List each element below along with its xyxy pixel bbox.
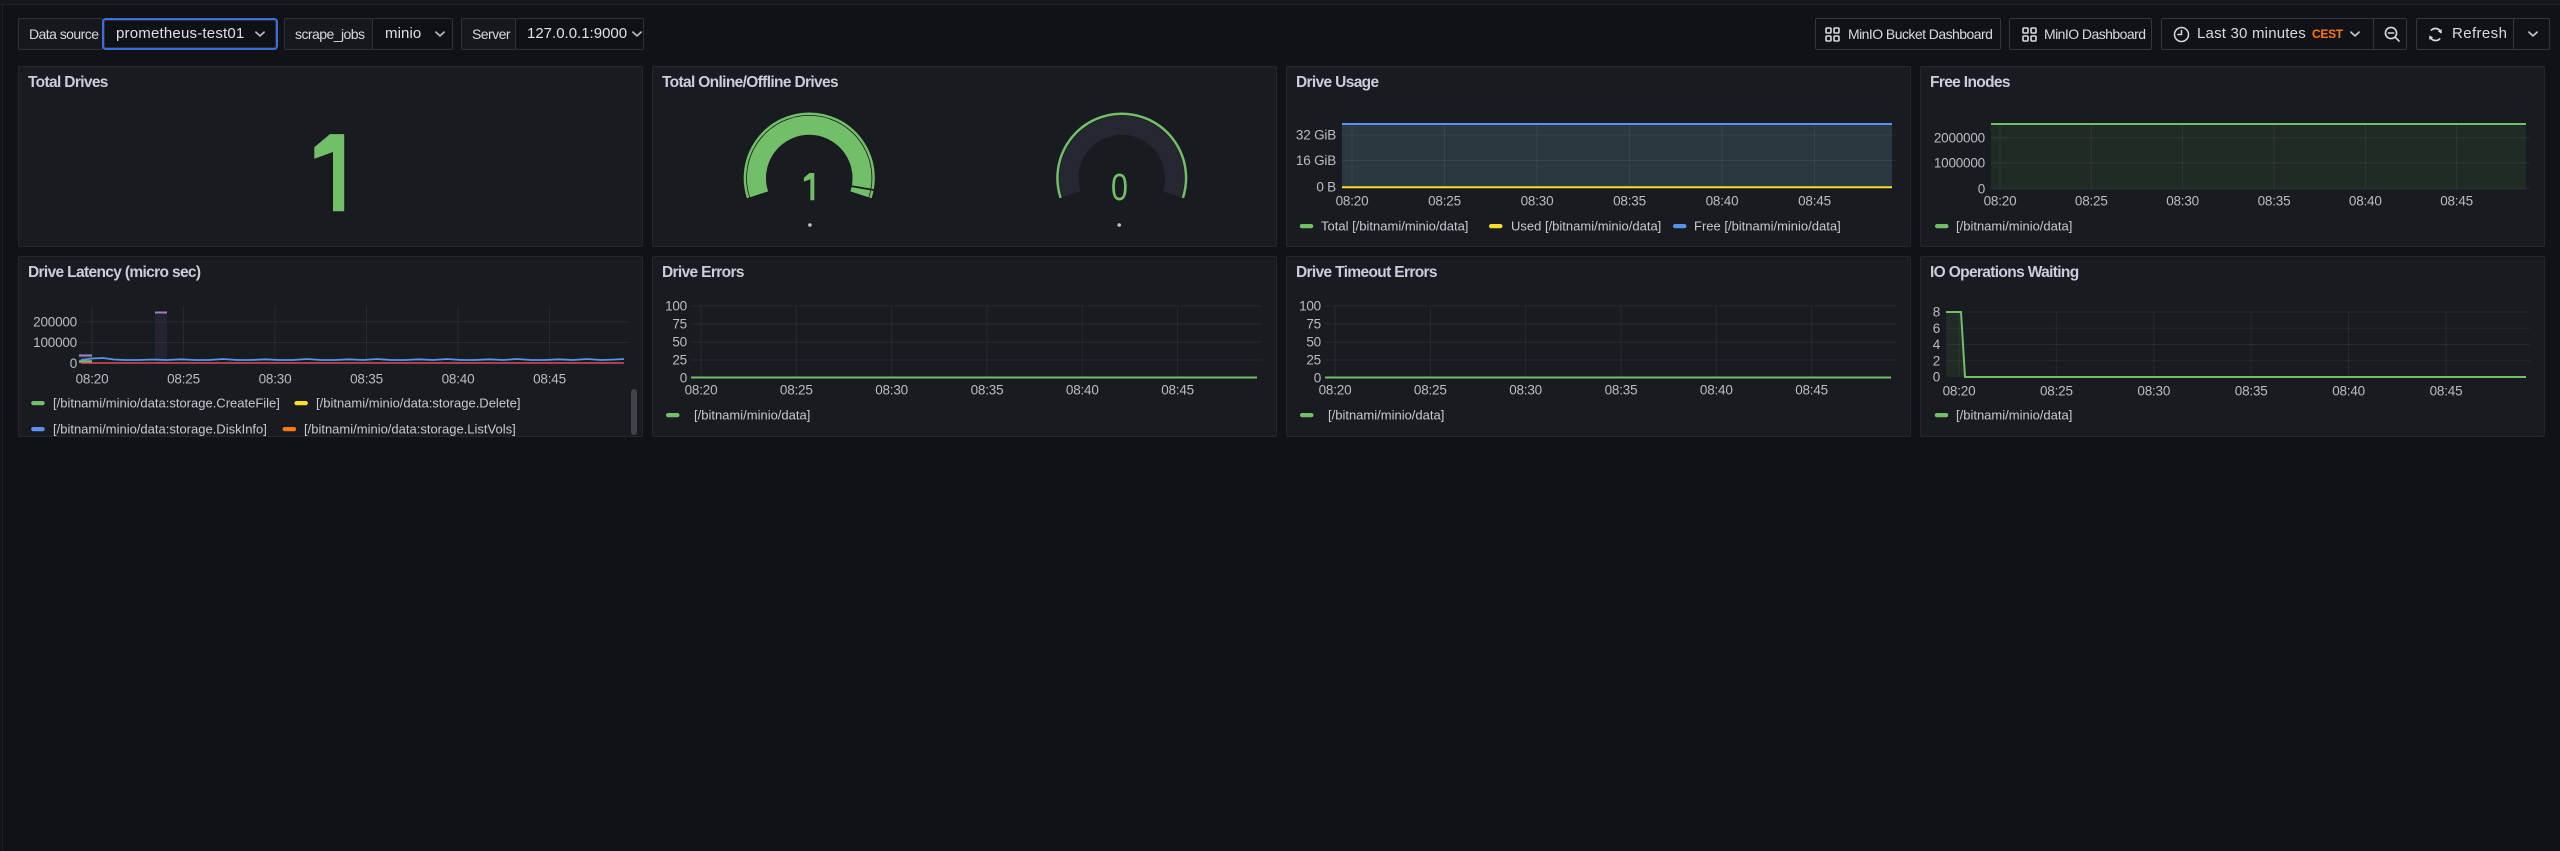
svg-text:08:30: 08:30 xyxy=(2137,384,2170,399)
svg-text:25: 25 xyxy=(1306,353,1321,368)
svg-text:08:45: 08:45 xyxy=(1161,383,1194,398)
svg-text:Used [/bitnami/minio/data]: Used [/bitnami/minio/data] xyxy=(1511,219,1661,234)
svg-text:08:30: 08:30 xyxy=(1509,383,1542,398)
svg-text:[/bitnami/minio/data]: [/bitnami/minio/data] xyxy=(1328,408,1444,423)
svg-text:08:45: 08:45 xyxy=(2430,384,2463,399)
svg-text:08:35: 08:35 xyxy=(2235,384,2268,399)
svg-text:Free [/bitnami/minio/data]: Free [/bitnami/minio/data] xyxy=(1694,219,1841,234)
svg-text:08:20: 08:20 xyxy=(685,383,718,398)
svg-text:08:45: 08:45 xyxy=(533,372,566,387)
svg-text:08:25: 08:25 xyxy=(2040,384,2073,399)
svg-text:75: 75 xyxy=(1306,317,1321,332)
svg-text:08:25: 08:25 xyxy=(1428,194,1461,209)
svg-text:[/bitnami/minio/data:storage.D: [/bitnami/minio/data:storage.Delete] xyxy=(316,396,521,411)
svg-text:08:45: 08:45 xyxy=(1795,383,1828,398)
svg-text:200000: 200000 xyxy=(33,315,77,330)
svg-text:08:20: 08:20 xyxy=(1984,194,2017,209)
svg-text:08:45: 08:45 xyxy=(2440,194,2473,209)
svg-text:08:25: 08:25 xyxy=(1414,383,1447,398)
svg-text:08:20: 08:20 xyxy=(1943,384,1976,399)
svg-text:[/bitnami/minio/data:storage.L: [/bitnami/minio/data:storage.ListVols] xyxy=(304,422,516,437)
svg-text:08:40: 08:40 xyxy=(2349,194,2382,209)
svg-text:[/bitnami/minio/data]: [/bitnami/minio/data] xyxy=(1956,408,2072,423)
svg-text:100: 100 xyxy=(665,299,687,314)
svg-text:16 GiB: 16 GiB xyxy=(1296,153,1336,168)
svg-text:08:30: 08:30 xyxy=(875,383,908,398)
svg-text:50: 50 xyxy=(1306,335,1321,350)
svg-text:[/bitnami/minio/data]: [/bitnami/minio/data] xyxy=(694,408,810,423)
svg-text:0: 0 xyxy=(1933,370,1940,385)
svg-text:32 GiB: 32 GiB xyxy=(1296,128,1336,143)
svg-text:8: 8 xyxy=(1933,305,1940,320)
svg-text:08:35: 08:35 xyxy=(1613,194,1646,209)
svg-text:0 B: 0 B xyxy=(1316,180,1336,195)
svg-text:100: 100 xyxy=(1299,299,1321,314)
svg-text:25: 25 xyxy=(672,353,687,368)
svg-text:08:40: 08:40 xyxy=(1066,383,1099,398)
svg-text:08:20: 08:20 xyxy=(1336,194,1369,209)
svg-text:08:40: 08:40 xyxy=(2332,384,2365,399)
svg-text:08:30: 08:30 xyxy=(2166,194,2199,209)
svg-text:08:25: 08:25 xyxy=(2075,194,2108,209)
svg-text:100000: 100000 xyxy=(33,335,77,350)
svg-text:08:30: 08:30 xyxy=(259,372,292,387)
svg-text:08:35: 08:35 xyxy=(350,372,383,387)
svg-text:08:40: 08:40 xyxy=(442,372,475,387)
svg-text:6: 6 xyxy=(1933,321,1940,336)
svg-text:08:25: 08:25 xyxy=(780,383,813,398)
svg-text:08:25: 08:25 xyxy=(167,372,200,387)
svg-text:1000000: 1000000 xyxy=(1934,156,1985,171)
svg-text:08:35: 08:35 xyxy=(971,383,1004,398)
svg-text:Total [/bitnami/minio/data]: Total [/bitnami/minio/data] xyxy=(1321,219,1468,234)
svg-text:0: 0 xyxy=(70,356,77,371)
svg-text:08:40: 08:40 xyxy=(1700,383,1733,398)
svg-text:08:40: 08:40 xyxy=(1706,194,1739,209)
svg-text:2000000: 2000000 xyxy=(1934,131,1985,146)
svg-text:0: 0 xyxy=(1111,167,1128,209)
svg-text:2: 2 xyxy=(1933,353,1940,368)
svg-text:08:45: 08:45 xyxy=(1798,194,1831,209)
svg-text:08:35: 08:35 xyxy=(1605,383,1638,398)
svg-text:08:35: 08:35 xyxy=(2258,194,2291,209)
svg-text:[/bitnami/minio/data:storage.D: [/bitnami/minio/data:storage.DiskInfo] xyxy=(53,422,267,437)
svg-text:[/bitnami/minio/data:storage.C: [/bitnami/minio/data:storage.CreateFile] xyxy=(53,396,280,411)
svg-text:50: 50 xyxy=(672,335,687,350)
svg-text:4: 4 xyxy=(1933,337,1941,352)
svg-text:08:20: 08:20 xyxy=(76,372,109,387)
svg-text:08:20: 08:20 xyxy=(1319,383,1352,398)
svg-text:75: 75 xyxy=(672,317,687,332)
svg-text:[/bitnami/minio/data]: [/bitnami/minio/data] xyxy=(1956,219,2072,234)
svg-text:08:30: 08:30 xyxy=(1521,194,1554,209)
